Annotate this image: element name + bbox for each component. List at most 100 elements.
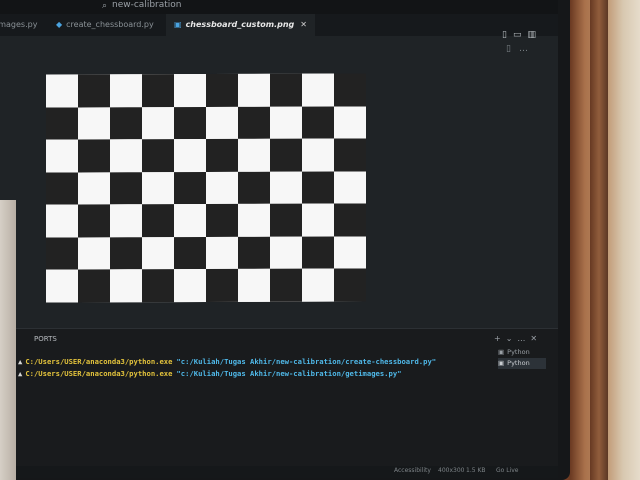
chessboard-square xyxy=(206,204,238,237)
chessboard-square xyxy=(238,204,270,237)
terminal-instance[interactable]: ▣ Python xyxy=(498,358,546,369)
title-bar: ⌕ new-calibration xyxy=(0,0,558,14)
layout-icon[interactable]: ▥ xyxy=(527,30,542,40)
chessboard-square xyxy=(78,74,110,108)
chessboard-square xyxy=(46,74,78,108)
tab-label: chessboard_custom.png xyxy=(185,20,295,29)
foreground-object xyxy=(0,200,16,480)
chessboard-square xyxy=(174,106,206,140)
chessboard-square xyxy=(238,236,270,270)
chessboard-square xyxy=(46,237,78,270)
panel-actions: +⌄…✕ xyxy=(494,334,542,343)
chessboard-square xyxy=(174,74,206,107)
chessboard-square xyxy=(302,73,334,107)
chessboard-square xyxy=(46,204,78,238)
chessboard-square xyxy=(142,106,174,140)
bottom-panel: A PORTS +⌄…✕ ▲C:/Users/USER/anaconda3/py… xyxy=(0,328,558,478)
chessboard-square xyxy=(78,269,110,303)
search-icon[interactable]: ⌕ xyxy=(102,1,107,11)
status-dimensions[interactable]: 400x300 xyxy=(438,467,464,474)
chessboard-square xyxy=(270,138,302,172)
chessboard-square xyxy=(334,106,366,139)
tab-chessboard-custom[interactable]: ▣ chessboard_custom.png ✕ xyxy=(166,14,315,36)
add-terminal-icon[interactable]: + xyxy=(494,334,506,343)
status-go-live[interactable]: Go Live xyxy=(496,467,518,474)
chessboard-square xyxy=(46,269,78,303)
terminal-exe: C:/Users/USER/anaconda3/python.exe xyxy=(25,357,173,366)
chessboard-square xyxy=(302,106,334,139)
editor-actions: ▯… xyxy=(506,44,536,54)
chessboard-square xyxy=(238,269,270,302)
terminal-exe: C:/Users/USER/anaconda3/python.exe xyxy=(25,369,173,378)
chessboard-square xyxy=(334,138,366,172)
terminal-arg: "c:/Kuliah/Tugas Akhir/new-calibration/g… xyxy=(176,369,402,378)
chessboard-square xyxy=(110,106,142,140)
monitor-screen: ⌕ new-calibration images.py ◆ create_ches… xyxy=(0,0,558,478)
prompt-marker-icon: ▲ xyxy=(18,369,23,378)
terminal-instance-label: Python xyxy=(507,348,530,356)
chessboard-square xyxy=(206,171,238,205)
chessboard-square xyxy=(110,269,142,303)
chessboard-square xyxy=(142,74,174,107)
panel-tab-ports[interactable]: PORTS xyxy=(34,335,57,343)
chessboard-square xyxy=(334,236,366,269)
chessboard-square xyxy=(78,237,110,270)
chessboard-square xyxy=(174,171,206,205)
chessboard-square xyxy=(174,236,206,270)
tab-images[interactable]: images.py xyxy=(0,14,37,36)
chessboard-square xyxy=(302,236,334,270)
chessboard-square xyxy=(238,73,270,107)
more-icon[interactable]: … xyxy=(517,334,530,343)
toggle-sidebar-icon[interactable]: ▯ xyxy=(502,30,513,40)
chessboard-square xyxy=(174,204,206,237)
layout-icons: ▯▭▥ xyxy=(502,30,542,40)
more-actions-icon[interactable]: … xyxy=(519,44,536,54)
chessboard-square xyxy=(334,268,366,302)
chessboard-square xyxy=(334,203,366,237)
chessboard-square xyxy=(270,171,302,205)
chessboard-square xyxy=(174,139,206,172)
close-icon[interactable]: ✕ xyxy=(300,20,307,29)
terminal-instance[interactable]: ▣ Python xyxy=(498,347,546,358)
chessboard-square xyxy=(334,171,366,204)
tab-label: images.py xyxy=(0,20,38,29)
chessboard-square xyxy=(238,106,270,140)
close-icon[interactable]: ✕ xyxy=(530,334,542,343)
terminal-instance-label: Python xyxy=(507,359,530,367)
chessboard-square xyxy=(142,236,174,270)
chessboard-square xyxy=(174,269,206,303)
chessboard-square xyxy=(206,73,238,107)
terminal-line: ▲ C:/Users/USER/anaconda3/python.exe "c:/K… xyxy=(18,357,436,366)
chessboard-square xyxy=(46,172,78,205)
chessboard-square xyxy=(46,107,78,140)
chessboard-square xyxy=(334,73,366,107)
chessboard-square xyxy=(302,203,334,237)
toggle-panel-icon[interactable]: ▭ xyxy=(513,30,528,40)
tab-label: create_chessboard.py xyxy=(66,20,154,29)
chessboard-square xyxy=(302,138,334,172)
terminal-icon: ▣ xyxy=(498,359,505,367)
terminal-arg: "c:/Kuliah/Tugas Akhir/new-calibration/c… xyxy=(176,357,437,366)
chessboard-square xyxy=(238,138,270,172)
chessboard-square xyxy=(78,172,110,205)
chevron-down-icon[interactable]: ⌄ xyxy=(506,334,518,343)
chessboard-square xyxy=(206,139,238,172)
chessboard-square xyxy=(110,204,142,238)
split-editor-icon[interactable]: ▯ xyxy=(506,44,519,54)
window-title[interactable]: new-calibration xyxy=(112,0,181,10)
chessboard-square xyxy=(142,139,174,172)
chessboard-square xyxy=(142,204,174,238)
status-accessibility[interactable]: Accessibility xyxy=(394,467,431,474)
prompt-marker-icon: ▲ xyxy=(18,357,23,366)
chessboard-square xyxy=(302,171,334,204)
chessboard-square xyxy=(110,139,142,173)
status-filesize[interactable]: 1.5 KB xyxy=(466,467,486,474)
chessboard-square xyxy=(206,236,238,270)
python-file-icon: ◆ xyxy=(56,20,63,29)
chessboard-square xyxy=(110,171,142,205)
editor-tab-bar: images.py ◆ create_chessboard.py ▣ chessbo… xyxy=(0,14,558,40)
chessboard-square xyxy=(270,106,302,139)
tab-create-chessboard[interactable]: ◆ create_chessboard.py xyxy=(56,14,154,36)
chessboard-square xyxy=(302,268,334,302)
image-file-icon: ▣ xyxy=(174,20,182,29)
